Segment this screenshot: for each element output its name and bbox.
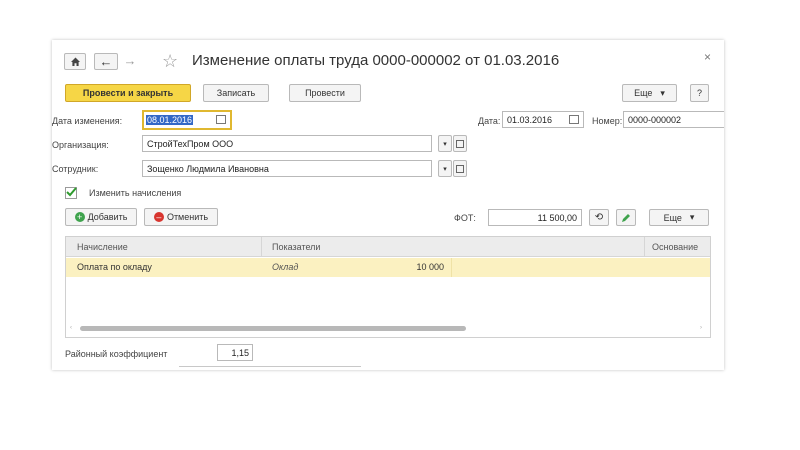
change-accruals-label: Изменить начисления: [89, 188, 182, 198]
date-field[interactable]: 01.03.2016: [502, 111, 584, 128]
fot-value: 11 500,00: [537, 212, 577, 223]
employee-field[interactable]: Зощенко Людмила Ивановна: [142, 160, 432, 177]
favorite-star-icon[interactable]: ☆: [162, 50, 182, 72]
home-icon: [70, 57, 80, 66]
employee-dropdown-button[interactable]: ▾: [438, 160, 452, 177]
organization-dropdown-button[interactable]: ▾: [438, 135, 452, 152]
scrollbar-thumb[interactable]: [80, 326, 466, 331]
indicator-cell-divider: [451, 258, 452, 277]
open-link-icon: [456, 164, 464, 173]
employee-value: Зощенко Людмила Ивановна: [147, 163, 269, 174]
fot-label: ФОТ:: [454, 213, 476, 223]
forward-button[interactable]: →: [121, 52, 139, 70]
table-header: Начисление Показатели Основание: [66, 237, 710, 257]
dropdown-arrow-icon: ▾: [443, 165, 447, 173]
refresh-icon: ⟲: [594, 212, 604, 223]
accrual-cell: Оплата по окладу: [77, 262, 152, 272]
number-field[interactable]: 0000-000002: [623, 111, 724, 128]
save-button[interactable]: Записать: [203, 84, 269, 102]
date-value: 01.03.2016: [507, 114, 553, 125]
organization-open-button[interactable]: [453, 135, 467, 152]
add-button[interactable]: + Добавить: [65, 208, 137, 226]
number-label: Номер:: [592, 116, 623, 126]
home-button[interactable]: [64, 53, 86, 70]
organization-value: СтройТехПром ООО: [147, 138, 234, 149]
indicator-cell: Оклад: [272, 262, 299, 272]
indicator-value-cell: 10 000: [416, 262, 444, 272]
column-header-basis[interactable]: Основание: [652, 242, 698, 252]
grid-more-button[interactable]: Еще ▾: [649, 209, 709, 226]
help-button[interactable]: ?: [690, 84, 709, 102]
column-header-accrual[interactable]: Начисление: [77, 242, 128, 252]
recalculate-button[interactable]: ⟲: [589, 209, 609, 226]
window-title: Изменение оплаты труда 0000-000002 от 01…: [192, 52, 560, 69]
horizontal-scrollbar[interactable]: ‹ ›: [70, 325, 706, 332]
post-and-close-button[interactable]: Провести и закрыть: [65, 84, 191, 102]
column-divider: [261, 237, 262, 257]
cancel-button[interactable]: – Отменить: [144, 208, 218, 226]
dropdown-arrow-icon: ▾: [660, 87, 665, 98]
more-button[interactable]: Еще ▾: [622, 84, 677, 102]
open-link-icon: [456, 139, 464, 148]
column-divider: [644, 237, 645, 257]
back-arrow-icon: ←: [99, 54, 113, 69]
number-value: 0000-000002: [628, 114, 682, 125]
dropdown-arrow-icon: ▾: [443, 140, 447, 148]
document-window: ← → ☆ Изменение оплаты труда 0000-000002…: [52, 40, 724, 370]
organization-label: Организация:: [52, 140, 109, 150]
fot-field[interactable]: 11 500,00: [488, 209, 582, 226]
employee-label: Сотрудник:: [52, 164, 99, 174]
post-button[interactable]: Провести: [289, 84, 361, 102]
organization-field[interactable]: СтройТехПром ООО: [142, 135, 432, 152]
change-date-label: Дата изменения:: [52, 116, 123, 126]
change-date-field[interactable]: 08.01.2016: [142, 110, 232, 130]
change-accruals-checkbox[interactable]: [65, 187, 77, 199]
accruals-table: Начисление Показатели Основание Оплата п…: [65, 236, 711, 338]
regional-coefficient-field[interactable]: 1,15: [217, 344, 253, 361]
add-icon: +: [74, 212, 85, 222]
change-date-value: 08.01.2016: [146, 115, 194, 125]
calendar-icon[interactable]: [216, 115, 226, 124]
forward-arrow-icon: →: [123, 53, 137, 68]
table-row[interactable]: Оплата по окладу Оклад 10 000: [66, 258, 710, 277]
back-button[interactable]: ←: [94, 53, 118, 70]
partial-field-border: [179, 366, 361, 367]
employee-open-button[interactable]: [453, 160, 467, 177]
pencil-icon: [622, 213, 630, 222]
date-label: Дата:: [478, 116, 501, 126]
cancel-icon: –: [153, 212, 164, 222]
column-header-indicators[interactable]: Показатели: [272, 242, 320, 252]
help-icon: ?: [696, 88, 702, 98]
regional-coefficient-value: 1,15: [231, 347, 249, 358]
edit-fot-button[interactable]: [616, 209, 636, 226]
dropdown-arrow-icon: ▾: [689, 212, 695, 222]
close-icon[interactable]: ×: [704, 50, 711, 64]
checkmark-icon: [66, 187, 77, 197]
regional-coefficient-label: Районный коэффициент: [65, 349, 168, 359]
calendar-icon[interactable]: [569, 115, 579, 124]
scroll-right-icon[interactable]: ›: [700, 325, 702, 331]
scroll-left-icon[interactable]: ‹: [70, 325, 72, 331]
